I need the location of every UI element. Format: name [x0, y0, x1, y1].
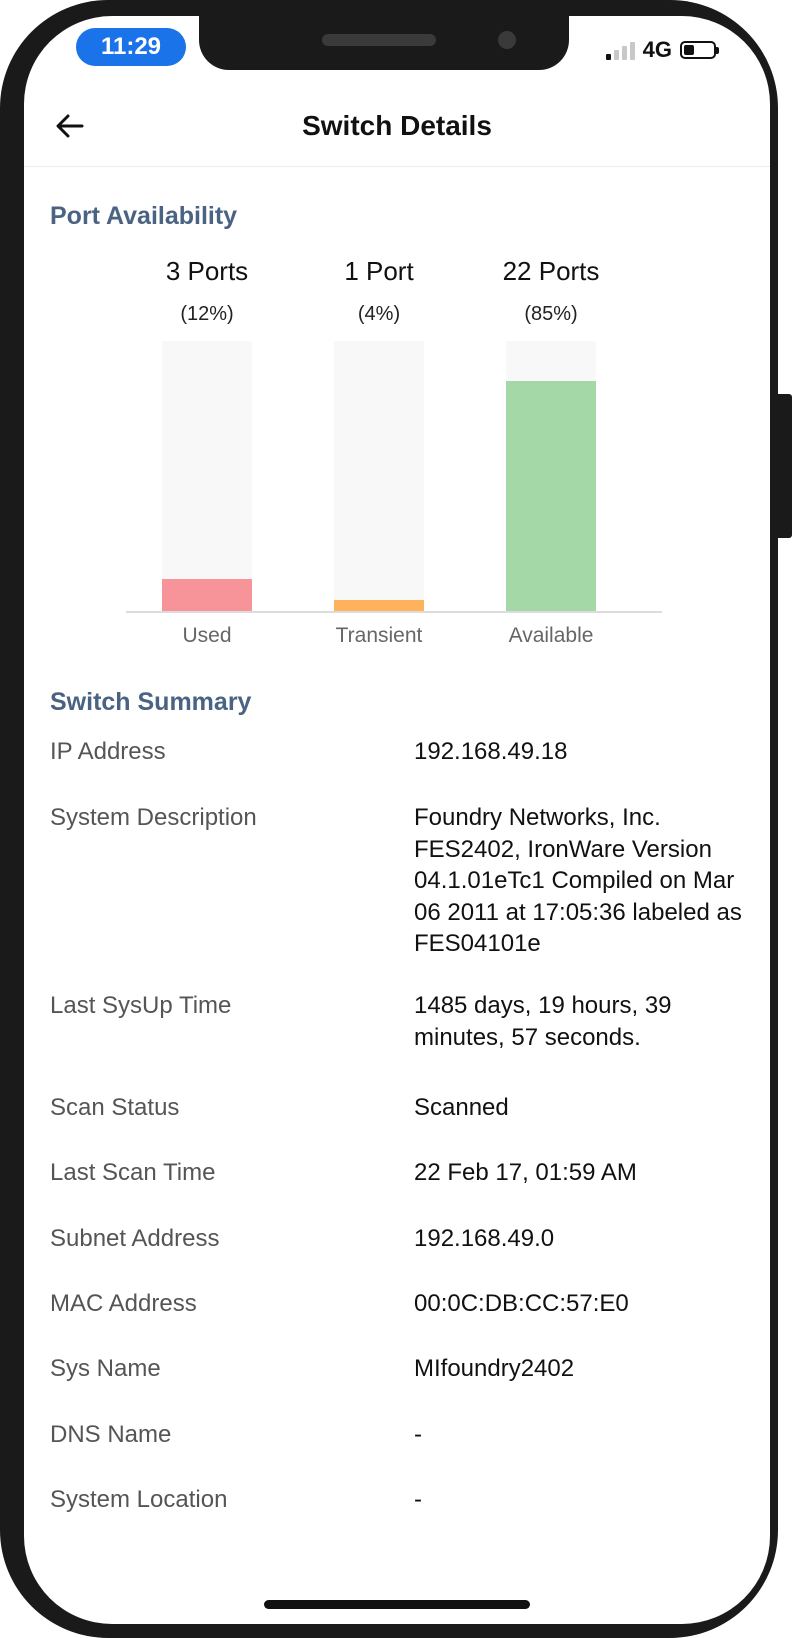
signal-bar [621, 46, 627, 60]
mute-switch [0, 208, 8, 264]
port-availability-title: Port Availability [50, 202, 238, 230]
volume-down-button [0, 480, 8, 594]
battery-level [684, 45, 694, 55]
bar-available[interactable] [506, 381, 596, 611]
summary-label: Sys Name [50, 1355, 161, 1382]
summary-value: 192.168.49.0 [414, 1225, 555, 1252]
summary-value: 00:0C:DB:CC:57:E0 [414, 1290, 629, 1317]
bar-track [162, 341, 252, 611]
bar-category-label: Used [182, 624, 232, 647]
front-camera [498, 31, 516, 49]
status-time: 11:29 [76, 28, 186, 66]
bar-count-label: 3 Ports [165, 256, 249, 286]
summary-label: Last SysUp Time [50, 992, 232, 1019]
summary-label: IP Address [50, 738, 166, 765]
home-indicator[interactable] [264, 1600, 530, 1609]
summary-value: Foundry Networks, Inc. FES2402, IronWare… [414, 804, 742, 957]
app-header: Switch Details [24, 86, 770, 167]
signal-bar [605, 54, 611, 60]
bar-percent-label: (12%) [180, 303, 234, 325]
switch-summary-title: Switch Summary [50, 688, 252, 716]
status-indicators: 4G [605, 36, 719, 64]
summary-value: - [414, 1486, 422, 1513]
summary-label: Last Scan Time [50, 1159, 216, 1186]
summary-label: Scan Status [50, 1094, 180, 1121]
summary-value: 1485 days, 19 hours, 39 minutes, 57 seco… [414, 992, 672, 1051]
summary-label: MAC Address [50, 1290, 197, 1317]
speaker-grille [322, 34, 436, 46]
battery-icon [680, 41, 719, 59]
summary-value: 22 Feb 17, 01:59 AM [414, 1159, 637, 1186]
signal-bar [629, 42, 635, 60]
signal-bar [613, 50, 619, 60]
chart-baseline [126, 611, 662, 613]
port-availability-chart: 3 Ports (12%) Used 1 Port (4%) Transient 22 Po… [24, 256, 770, 676]
summary-label: Subnet Address [50, 1225, 220, 1252]
bar-percent-label: (85%) [524, 303, 578, 325]
bar-count-label: 1 Port [344, 256, 414, 286]
signal-strength-icon [605, 40, 635, 60]
summary-value: Scanned [414, 1094, 509, 1121]
summary-label: System Location [50, 1486, 228, 1513]
bar-category-label: Transient [335, 624, 423, 647]
summary-label: DNS Name [50, 1421, 172, 1448]
bar-used[interactable] [162, 579, 252, 611]
bar-count-label: 22 Ports [502, 256, 600, 286]
summary-value: - [414, 1421, 422, 1448]
power-button [774, 394, 792, 538]
volume-up-button [0, 322, 8, 436]
phone-screen: 11:29 4G Switch Details Port Availabilit… [24, 16, 770, 1624]
network-type: 4G [642, 37, 672, 62]
bar-category-label: Available [508, 624, 594, 647]
bar-track [334, 341, 424, 611]
notch [199, 16, 569, 70]
bar-track [506, 341, 596, 611]
summary-value: 192.168.49.18 [414, 738, 568, 765]
bar-percent-label: (4%) [357, 303, 401, 325]
summary-label: System Description [50, 804, 257, 831]
page-title: Switch Details [302, 110, 492, 141]
bar-transient[interactable] [334, 600, 424, 611]
summary-value: MIfoundry2402 [414, 1355, 575, 1382]
